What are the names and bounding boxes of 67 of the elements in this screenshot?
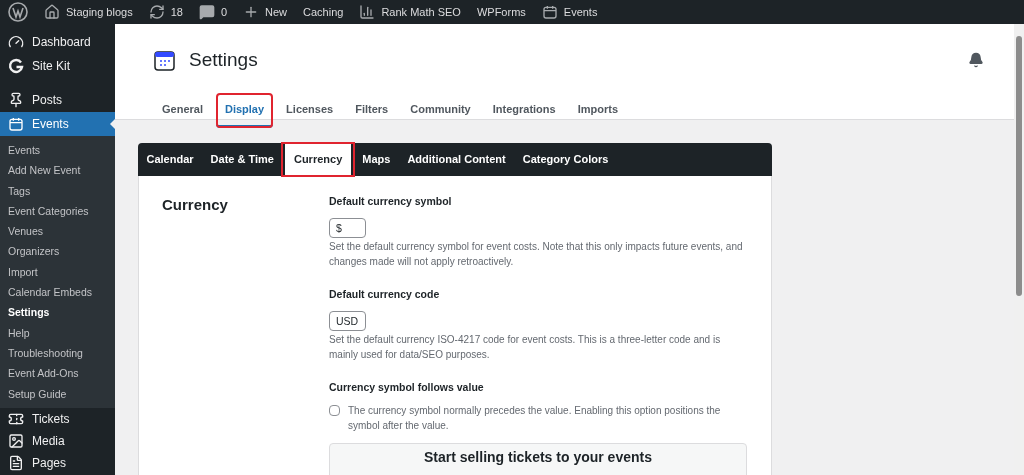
refresh-icon xyxy=(148,4,165,20)
home-icon xyxy=(44,4,60,20)
field-label: Default currency symbol xyxy=(329,194,453,209)
settings-tab[interactable]: General xyxy=(153,92,212,128)
submenu-item[interactable]: Calendar Embeds xyxy=(0,282,115,303)
admin-bar-link[interactable]: Caching xyxy=(303,3,344,21)
text-input[interactable]: USD xyxy=(329,310,366,331)
field-label: Currency symbol follows value xyxy=(329,379,485,395)
admin-bar-link[interactable]: Rank Math SEO xyxy=(359,3,461,21)
page-title: Settings xyxy=(189,48,258,72)
display-subtab[interactable]: Date & Time xyxy=(202,143,283,176)
menu-item[interactable]: Tickets xyxy=(0,407,115,430)
admin-bar-link[interactable]: Events xyxy=(541,3,598,21)
checkbox[interactable] xyxy=(329,405,340,417)
menu-item[interactable]: Dashboard xyxy=(0,30,115,54)
admin-bar-link[interactable]: 0 xyxy=(198,3,228,21)
chart-icon xyxy=(359,4,376,20)
submenu-item[interactable]: Venues xyxy=(0,221,115,242)
display-subtab[interactable]: Category Colors xyxy=(514,143,617,176)
help-text: The currency symbol normally precedes the value. Enabling this option positions the symbol after the value. xyxy=(348,404,722,434)
media-icon xyxy=(8,432,24,449)
help-text: Set the default currency ISO-4217 code for event costs. This is a three-letter code and is mainly used for data/SEO purposes. xyxy=(329,332,722,362)
help-text: Set the default currency symbol for event costs. Note that this only impacts future events, and changes made will not apply retroactively. xyxy=(329,239,744,269)
field-label: Default currency code xyxy=(329,286,441,302)
settings-tab[interactable]: Imports xyxy=(568,92,627,128)
admin-bar-link[interactable]: WPForms xyxy=(476,3,526,21)
settings-tab[interactable]: Filters xyxy=(346,92,398,128)
calendar-icon xyxy=(8,116,24,132)
g-logo-icon xyxy=(8,58,24,74)
submenu-item[interactable]: Events xyxy=(0,140,115,161)
display-subtab[interactable]: Calendar xyxy=(138,143,203,176)
comment-icon xyxy=(198,4,215,20)
submenu-item[interactable]: Setup Guide xyxy=(0,383,115,404)
display-subtab[interactable]: Additional Content xyxy=(398,143,515,176)
submenu-item[interactable]: Troubleshooting xyxy=(0,342,115,364)
admin-bar-link[interactable]: Staging blogs xyxy=(44,3,133,21)
menu-item[interactable]: Events xyxy=(0,112,115,136)
pin-icon xyxy=(8,92,24,108)
menu-item[interactable]: Posts xyxy=(0,88,115,112)
text-input[interactable]: $ xyxy=(329,217,366,238)
settings-tab[interactable]: Display xyxy=(215,92,274,128)
settings-tab[interactable]: Integrations xyxy=(483,92,565,128)
submenu-item[interactable]: Help xyxy=(0,322,115,343)
notification-bell-icon[interactable] xyxy=(968,52,984,68)
menu-item[interactable]: Pages xyxy=(0,451,115,474)
page-icon xyxy=(8,454,24,471)
admin-bar-link[interactable]: New xyxy=(243,3,288,21)
menu-item[interactable]: Media xyxy=(0,429,115,452)
submenu-item[interactable]: Tags xyxy=(0,180,115,201)
submenu-item[interactable]: Add New Event xyxy=(0,160,115,181)
admin-bar-link[interactable]: 18 xyxy=(148,3,183,21)
submenu-item[interactable]: Event Add-Ons xyxy=(0,363,115,384)
submenu-item[interactable]: Import xyxy=(0,261,115,283)
calendar-icon xyxy=(541,4,558,20)
section-title: Currency xyxy=(161,195,229,215)
wordpress-logo-icon[interactable] xyxy=(8,2,28,22)
promo-title: Start selling tickets to your events xyxy=(424,449,652,466)
submenu-item[interactable]: Event Categories xyxy=(0,200,115,222)
gauge-icon xyxy=(8,34,24,50)
display-subtab[interactable]: Maps xyxy=(353,143,399,176)
display-subtab[interactable]: Currency xyxy=(282,143,354,176)
submenu-item[interactable]: Settings xyxy=(0,302,115,323)
calendar-logo-icon xyxy=(153,48,177,73)
settings-tab[interactable]: Licenses xyxy=(277,92,343,128)
settings-tab[interactable]: Community xyxy=(401,92,480,128)
menu-item[interactable]: Site Kit xyxy=(0,54,115,78)
submenu-item[interactable]: Organizers xyxy=(0,241,115,262)
